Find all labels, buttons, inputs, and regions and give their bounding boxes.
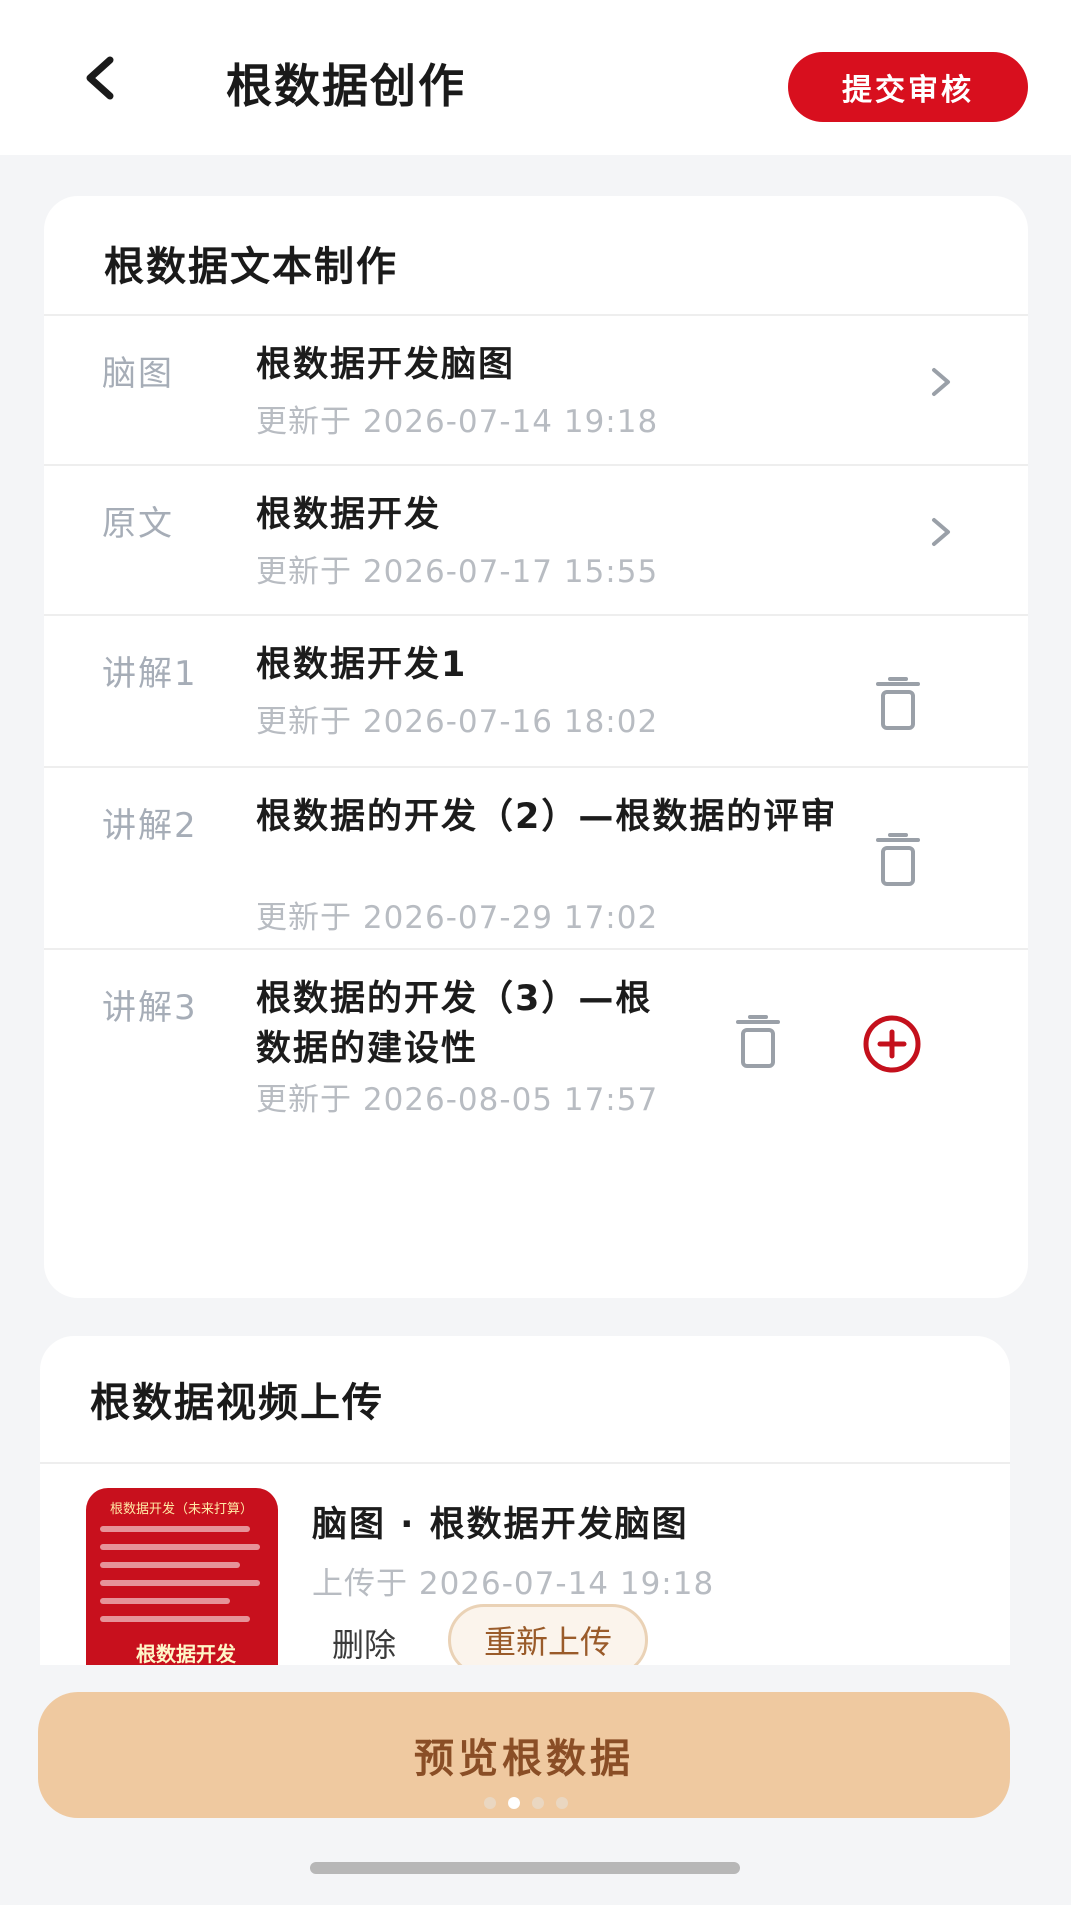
row-updated-time: 更新于 2026-07-14 19:18 <box>256 404 659 440</box>
page-dot-active <box>508 1797 520 1809</box>
row-tag: 讲解1 <box>102 654 198 694</box>
row-name: 根数据开发1 <box>256 645 468 685</box>
row-updated-time: 更新于 2026-08-05 17:57 <box>256 1082 659 1118</box>
row-updated-time: 更新于 2026-07-29 17:02 <box>256 900 659 936</box>
chevron-right-icon[interactable] <box>926 512 956 552</box>
page-dot <box>556 1797 568 1809</box>
section-title-text: 根数据文本制作 <box>104 244 398 290</box>
chevron-right-icon[interactable] <box>926 362 956 402</box>
thumbnail-title: 根数据开发 <box>136 1642 236 1666</box>
thumbnail-line <box>100 1562 240 1568</box>
plus-circle-icon[interactable] <box>860 1012 924 1076</box>
thumbnail-line <box>100 1544 260 1550</box>
top-navigation-bar: 根数据创作 提交审核 <box>0 0 1071 155</box>
row-tag: 讲解2 <box>102 806 198 846</box>
row-name: 根数据开发脑图 <box>256 345 516 385</box>
list-item[interactable]: 讲解3 根数据的开发（3）—根数据的建设性 更新于 2026-08-05 17:… <box>44 948 1028 1138</box>
chevron-left-icon <box>86 56 114 100</box>
list-item[interactable]: 原文 根数据开发 更新于 2026-07-17 15:55 <box>44 464 1028 614</box>
row-name: 根数据的开发（3）—根数据的建设性 <box>256 979 653 1069</box>
video-upload-time: 上传于 2026-07-14 19:18 <box>312 1566 715 1602</box>
trash-icon[interactable] <box>874 832 922 888</box>
home-indicator[interactable] <box>310 1862 740 1874</box>
page-dot <box>532 1797 544 1809</box>
row-tag: 脑图 <box>102 354 174 394</box>
list-item[interactable]: 讲解1 根数据开发1 更新于 2026-07-16 18:02 <box>44 614 1028 766</box>
back-button[interactable] <box>70 48 130 108</box>
video-name: 脑图 · 根数据开发脑图 <box>312 1505 689 1545</box>
row-name: 根数据开发 <box>256 495 442 535</box>
thumbnail-top-text: 根数据开发（未来打算） <box>110 1502 254 1517</box>
trash-icon[interactable] <box>874 676 922 732</box>
video-thumbnail[interactable]: 根数据开发（未来打算） 根数据开发 <box>86 1488 278 1688</box>
row-tag: 原文 <box>102 504 174 544</box>
row-updated-time: 更新于 2026-07-16 18:02 <box>256 704 659 740</box>
delete-video-button[interactable]: 删除 <box>332 1620 396 1666</box>
row-tag: 讲解3 <box>102 988 198 1028</box>
row-updated-time: 更新于 2026-07-17 15:55 <box>256 554 659 590</box>
list-item[interactable]: 脑图 根数据开发脑图 更新于 2026-07-14 19:18 <box>44 314 1028 464</box>
thumbnail-line <box>100 1526 250 1532</box>
text-creation-card: 根数据文本制作 脑图 根数据开发脑图 更新于 2026-07-14 19:18 … <box>44 196 1028 1298</box>
thumbnail-line <box>100 1616 250 1622</box>
page-title: 根数据创作 <box>226 59 466 113</box>
divider <box>40 1462 1010 1464</box>
submit-review-button[interactable]: 提交审核 <box>788 52 1028 122</box>
list-item[interactable]: 讲解2 根数据的开发（2）—根数据的评审 更新于 2026-07-29 17:0… <box>44 766 1028 948</box>
thumbnail-line <box>100 1580 260 1586</box>
section-title-video: 根数据视频上传 <box>90 1380 384 1426</box>
page-dot <box>484 1797 496 1809</box>
page-indicator <box>484 1797 568 1809</box>
thumbnail-line <box>100 1598 230 1604</box>
row-name: 根数据的开发（2）—根数据的评审 <box>256 797 838 837</box>
trash-icon[interactable] <box>734 1014 782 1070</box>
